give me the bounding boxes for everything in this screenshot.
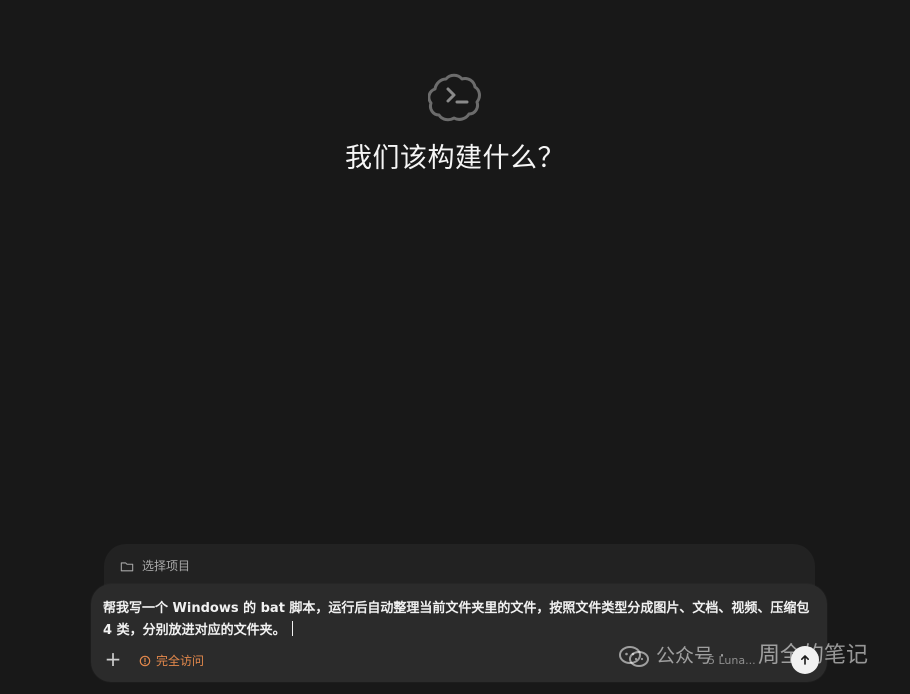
- app-window: 我们该构建什么？ 选择项目 帮我写一个 Windows 的 bat 脚本，运行后…: [0, 0, 910, 694]
- prompt-text: 帮我写一个 Windows 的 bat 脚本，运行后自动整理当前文件夹里的文件，…: [103, 601, 810, 638]
- project-select-button[interactable]: 选择项目: [120, 557, 190, 574]
- plus-icon: +: [104, 647, 122, 671]
- full-access-button[interactable]: 完全访问: [139, 652, 204, 669]
- warning-circle-icon: [139, 655, 151, 666]
- empty-state-hero: 我们该构建什么？: [0, 68, 910, 176]
- add-attachment-button[interactable]: +: [104, 647, 122, 671]
- arrow-up-icon: [801, 655, 809, 665]
- prompt-input[interactable]: 帮我写一个 Windows 的 bat 脚本，运行后自动整理当前文件夹里的文件，…: [103, 598, 815, 642]
- model-selector[interactable]: 5 Luna...: [708, 654, 756, 667]
- text-cursor: [291, 621, 293, 636]
- send-button[interactable]: [791, 646, 819, 674]
- project-select-label: 选择项目: [142, 559, 191, 573]
- page-title: 我们该构建什么？: [345, 143, 565, 174]
- full-access-label: 完全访问: [156, 654, 205, 668]
- wechat-icon: [619, 646, 649, 667]
- terminal-cloud-icon: [428, 73, 481, 122]
- folder-icon: [120, 561, 134, 571]
